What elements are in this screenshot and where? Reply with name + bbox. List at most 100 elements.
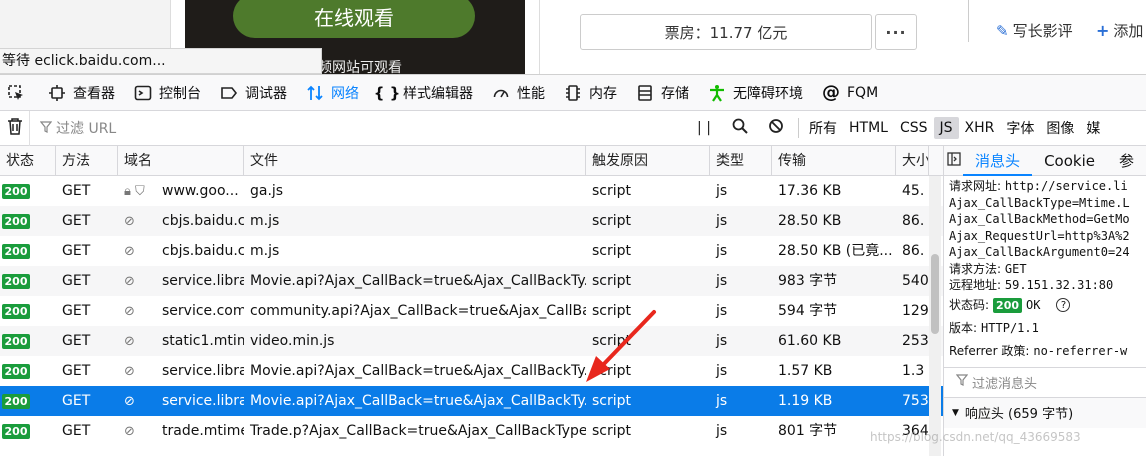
- inspector-icon: [47, 83, 67, 103]
- accessibility-icon: [707, 83, 727, 103]
- cell-transfer: 28.50 KB: [778, 213, 842, 229]
- block-icon: [768, 118, 784, 138]
- cell-file: ga.js: [250, 183, 284, 199]
- request-method-value: GET: [1004, 261, 1027, 276]
- column-transferred[interactable]: 传输: [772, 146, 896, 176]
- insecure-icon: ⊘: [124, 274, 135, 289]
- cell-type: js: [716, 393, 728, 409]
- help-icon[interactable]: ?: [1056, 298, 1071, 312]
- scrollbar-thumb[interactable]: [931, 254, 939, 334]
- pause-button[interactable]: | |: [686, 111, 722, 146]
- cell-transfer: 28.50 KB (已竟...: [778, 243, 893, 259]
- tab-memory[interactable]: 内存: [554, 75, 626, 111]
- cell-status: 200: [0, 176, 56, 206]
- type-filter-css[interactable]: CSS: [894, 117, 934, 139]
- pencil-icon: ✎: [996, 21, 1009, 40]
- table-scrollbar[interactable]: [929, 176, 941, 456]
- type-filter-js[interactable]: JS: [933, 117, 959, 139]
- referrer-row: Referrer 政策: no-referrer-w: [949, 340, 1146, 363]
- table-row[interactable]: 200 GET ⊘ cbjs.baidu.c... m.js script js 28.50 …: [0, 236, 943, 266]
- tab-label: 性能: [517, 85, 545, 102]
- column-method[interactable]: 方法: [56, 146, 118, 176]
- table-row[interactable]: 200 GET 🔒︎ ⛉ www.goo... ga.js script js 17.36 K…: [0, 176, 943, 206]
- table-row[interactable]: 200 GET ⊘ service.librar... Movie.api?Ajax_C…: [0, 386, 943, 416]
- box-office-button[interactable]: 票房：11.77 亿元: [580, 14, 872, 50]
- add-link[interactable]: + 添加: [1096, 20, 1143, 41]
- cell-domain: ⊘ service.librar...: [118, 266, 244, 296]
- cell-size: 753: [902, 393, 929, 409]
- table-row[interactable]: 200 GET ⊘ static1.mtim... video.min.js script…: [0, 326, 943, 356]
- write-review-label: 写长影评: [1012, 22, 1073, 40]
- poster-caption: 频网站可观看: [318, 60, 402, 74]
- tab-network[interactable]: 网络: [296, 75, 368, 111]
- table-row[interactable]: 200 GET ⊘ service.librar... Movie.api?Ajax_C…: [0, 266, 943, 296]
- tab-style-editor[interactable]: { } 样式编辑器: [368, 75, 482, 111]
- cell-status: 200: [0, 356, 56, 386]
- search-button[interactable]: [722, 111, 758, 146]
- element-picker-button[interactable]: [0, 75, 38, 111]
- watermark: https://blog.csdn.net/qq_43669583: [870, 430, 1081, 444]
- table-row[interactable]: 200 GET ⊘ service.librar... Movie.api?Ajax_C…: [0, 356, 943, 386]
- column-file[interactable]: 文件: [244, 146, 586, 176]
- cell-cause: script: [592, 393, 632, 409]
- request-method-row: 请求方法: GET: [949, 261, 1146, 278]
- toggle-sidebar-icon[interactable]: [944, 151, 963, 170]
- cell-transfer: 983 字节: [778, 273, 838, 289]
- column-type[interactable]: 类型: [710, 146, 772, 176]
- tab-debugger[interactable]: 调试器: [210, 75, 296, 111]
- type-filter-media[interactable]: 媒: [1080, 117, 1106, 139]
- tab-label: 样式编辑器: [403, 85, 473, 102]
- response-headers-section[interactable]: ▼ 响应头 (659 字节): [944, 397, 1146, 428]
- filter-headers-input[interactable]: 过滤消息头: [944, 366, 1146, 398]
- more-options-button[interactable]: ···: [875, 14, 917, 50]
- status-badge: 200: [2, 363, 30, 379]
- table-row[interactable]: 200 GET ⊘ trade.mtime... Trade.p?Ajax_CallBa…: [0, 416, 943, 446]
- status-badge: 200: [2, 423, 30, 439]
- cell-domain: ⊘ cbjs.baidu.c...: [118, 206, 244, 236]
- tab-label: 控制台: [159, 85, 201, 102]
- cell-type: js: [716, 273, 728, 289]
- insecure-icon: ⊘: [124, 394, 135, 409]
- column-cause[interactable]: 触发原因: [586, 146, 710, 176]
- column-domain[interactable]: 域名: [118, 146, 244, 176]
- cell-type: js: [716, 423, 728, 439]
- cell-type: js: [716, 333, 728, 349]
- type-filter-xhr[interactable]: XHR: [959, 117, 1001, 139]
- tab-headers[interactable]: 消息头: [963, 146, 1033, 176]
- request-url-value[interactable]: http://service.li: [1005, 179, 1128, 193]
- domain-text: cbjs.baidu.c...: [162, 243, 244, 259]
- tab-performance[interactable]: 性能: [482, 75, 554, 111]
- type-filter-all[interactable]: 所有: [803, 117, 843, 139]
- tab-inspector[interactable]: 查看器: [38, 75, 124, 111]
- write-review-link[interactable]: ✎ 写长影评: [996, 20, 1073, 41]
- cell-file: m.js: [250, 213, 280, 229]
- cell-cause: script: [592, 213, 632, 229]
- column-status[interactable]: 状态: [0, 146, 56, 176]
- tab-storage[interactable]: 存储: [626, 75, 698, 111]
- table-row[interactable]: 200 GET ⊘ cbjs.baidu.c... m.js script js 28.50 …: [0, 206, 943, 236]
- type-filter-images[interactable]: 图像: [1040, 117, 1080, 139]
- cell-method: GET: [62, 423, 91, 439]
- tab-params[interactable]: 参: [1107, 146, 1146, 176]
- tab-fqm[interactable]: @ FQM: [812, 75, 887, 111]
- table-row[interactable]: 200 GET ⊘ service.com... community.api?Ajax_…: [0, 296, 943, 326]
- cell-domain: ⊘ trade.mtime...: [118, 416, 244, 446]
- tab-accessibility[interactable]: 无障碍环境: [698, 75, 812, 111]
- filter-url-input[interactable]: 过滤 URL: [30, 111, 686, 146]
- type-filter-fonts[interactable]: 字体: [1000, 117, 1040, 139]
- tab-cookies[interactable]: Cookie: [1032, 146, 1107, 176]
- trash-icon: [7, 117, 23, 139]
- url-line: Ajax_CallBackArgument0=24: [949, 245, 1130, 259]
- domain-text: trade.mtime...: [162, 423, 244, 439]
- watch-online-button[interactable]: 在线观看: [233, 0, 475, 38]
- status-badge: 200: [2, 243, 30, 259]
- cell-status: 200: [0, 386, 56, 416]
- block-button[interactable]: [758, 111, 794, 146]
- clear-button[interactable]: [0, 110, 30, 146]
- remote-address-value: 59.151.32.31:80: [1004, 278, 1114, 292]
- type-filter-html[interactable]: HTML: [843, 117, 894, 139]
- column-size[interactable]: 大小: [896, 146, 929, 176]
- request-table: 状态 方法 域名 文件 触发原因 类型 传输 大小 200 GET 🔒︎ ⛉ www.…: [0, 146, 943, 456]
- insecure-icon: ⊘: [124, 304, 135, 319]
- tab-console[interactable]: 控制台: [124, 75, 210, 111]
